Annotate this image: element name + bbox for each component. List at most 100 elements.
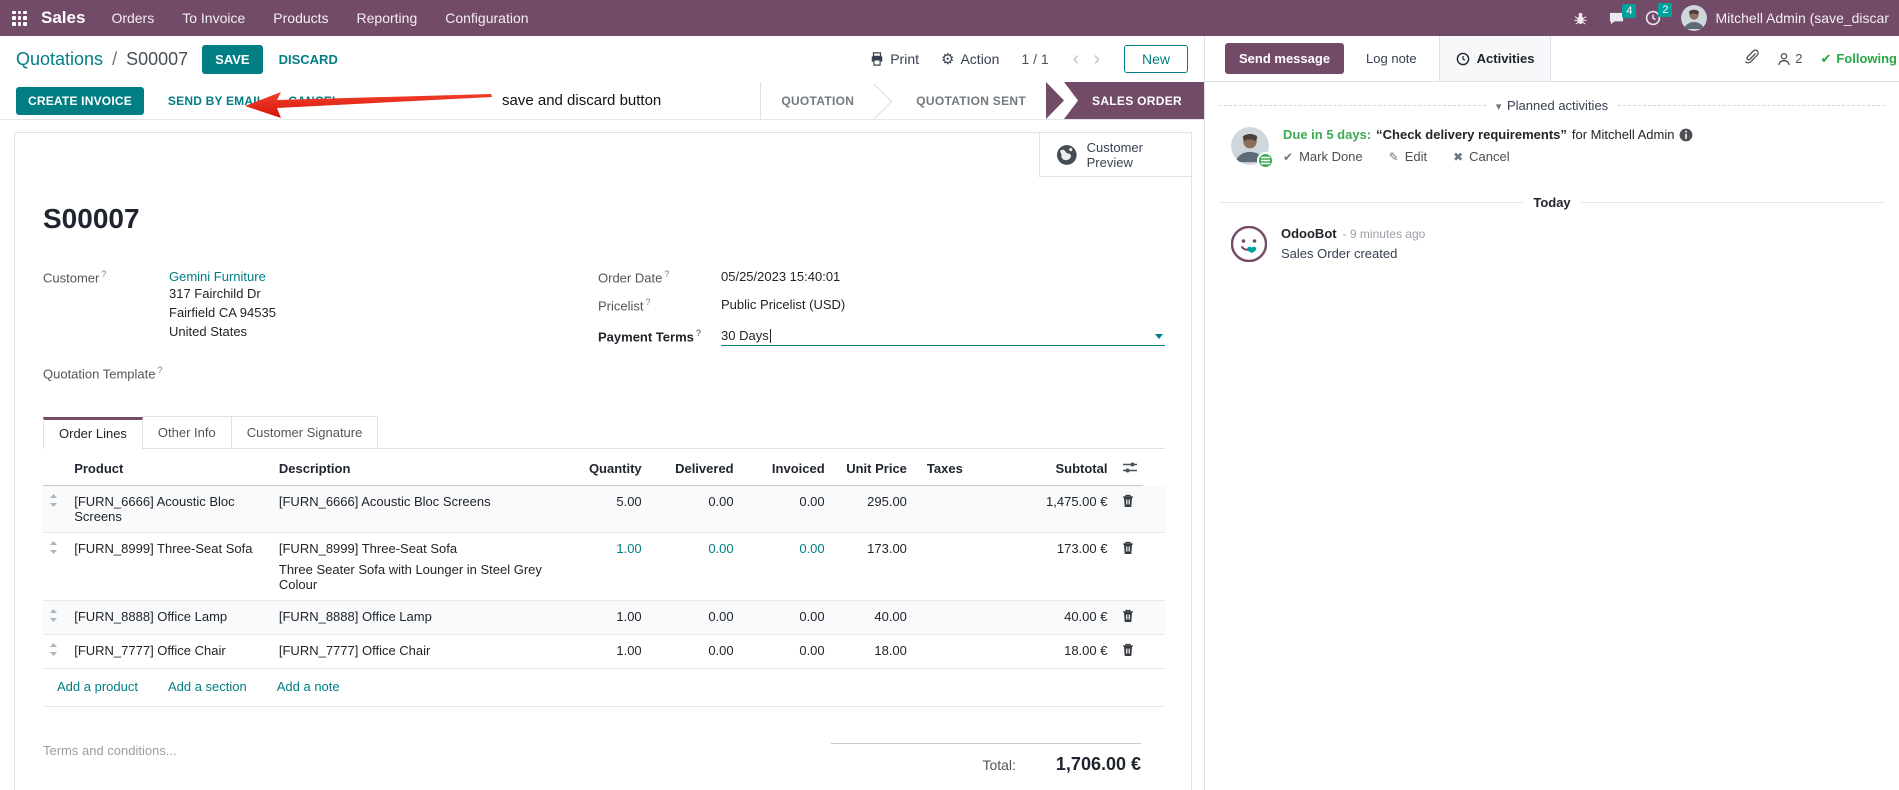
apps-grid-icon[interactable] [12, 10, 27, 26]
table-row[interactable]: [FURN_8888] Office Lamp [FURN_8888] Offi… [43, 600, 1165, 636]
pager-previous-icon[interactable]: ‹ [1071, 49, 1082, 69]
breadcrumb-quotations[interactable]: Quotations [16, 49, 103, 69]
order-date-value[interactable]: 05/25/2023 15:40:01 [721, 269, 840, 285]
odoobot-avatar [1231, 226, 1267, 262]
cell-unit-price[interactable]: 18.00 [830, 634, 913, 670]
drag-handle-icon[interactable] [49, 494, 58, 510]
col-quantity[interactable]: Quantity [565, 449, 648, 487]
pager-next-icon[interactable]: › [1091, 49, 1102, 69]
drag-handle-icon[interactable] [49, 643, 58, 659]
save-button[interactable]: SAVE [202, 44, 263, 74]
tab-customer-signature[interactable]: Customer Signature [231, 416, 379, 449]
debug-bug-icon[interactable] [1573, 11, 1588, 26]
cell-description[interactable]: [FURN_8888] Office Lamp [272, 600, 566, 636]
cell-quantity[interactable]: 1.00 [565, 634, 648, 670]
menu-orders[interactable]: Orders [111, 10, 154, 26]
cell-delivered[interactable]: 0.00 [647, 485, 740, 534]
dropdown-caret-icon[interactable] [1155, 333, 1163, 339]
cell-product[interactable]: [FURN_8888] Office Lamp [68, 600, 273, 636]
menu-configuration[interactable]: Configuration [445, 10, 528, 26]
customer-preview-button[interactable]: Customer Preview [1039, 133, 1191, 177]
col-delivered[interactable]: Delivered [647, 449, 740, 487]
cell-unit-price[interactable]: 40.00 [830, 600, 913, 636]
send-message-button[interactable]: Send message [1225, 43, 1345, 74]
send-by-email-button[interactable]: SEND BY EMAIL [168, 94, 264, 108]
menu-products[interactable]: Products [273, 10, 328, 26]
cell-delivered[interactable]: 0.00 [647, 634, 740, 670]
table-row[interactable]: [FURN_7777] Office Chair [FURN_7777] Off… [43, 634, 1165, 670]
followers-button[interactable]: 2 [1777, 51, 1802, 66]
col-unit-price[interactable]: Unit Price [830, 449, 913, 487]
tab-other-info[interactable]: Other Info [142, 416, 232, 449]
delete-row-icon[interactable] [1122, 541, 1134, 558]
drag-handle-icon[interactable] [49, 541, 58, 557]
terms-placeholder[interactable]: Terms and conditions... [43, 743, 177, 775]
cell-description[interactable]: [FURN_6666] Acoustic Bloc Screens [272, 485, 566, 534]
cell-quantity[interactable]: 1.00 [565, 532, 648, 602]
activities-clock-icon[interactable]: 2 [1645, 3, 1673, 26]
customer-link[interactable]: Gemini Furniture [169, 269, 266, 284]
cell-description[interactable]: [FURN_7777] Office Chair [272, 634, 566, 670]
print-button[interactable]: Print [870, 51, 919, 67]
planned-activities-toggle[interactable]: ▾ Planned activities [1486, 98, 1618, 113]
cell-quantity[interactable]: 1.00 [565, 600, 648, 636]
step-quotation-sent[interactable]: QUOTATION SENT [896, 82, 1046, 119]
discard-button[interactable]: DISCARD [279, 52, 338, 67]
delete-row-icon[interactable] [1122, 609, 1134, 626]
message-author[interactable]: OdooBot [1281, 226, 1337, 241]
cancel-button[interactable]: CANCEL [288, 94, 339, 108]
new-button[interactable]: New [1123, 45, 1188, 73]
drag-handle-icon[interactable] [49, 609, 58, 625]
cell-unit-price[interactable]: 295.00 [830, 485, 913, 534]
create-invoice-button[interactable]: CREATE INVOICE [16, 86, 144, 115]
step-sales-order[interactable]: SALES ORDER [1064, 82, 1204, 119]
add-product-link[interactable]: Add a product [57, 679, 138, 694]
pricelist-value[interactable]: Public Pricelist (USD) [721, 297, 845, 313]
cell-taxes[interactable] [912, 532, 995, 602]
activities-tab[interactable]: Activities [1438, 36, 1552, 81]
info-icon[interactable] [1679, 128, 1693, 142]
action-button[interactable]: ⚙ Action [941, 51, 999, 67]
cell-delivered[interactable]: 0.00 [647, 600, 740, 636]
order-lines-table: Product Description Quantity Delivered I… [43, 449, 1165, 670]
cell-invoiced[interactable]: 0.00 [739, 600, 831, 636]
cell-taxes[interactable] [912, 485, 995, 534]
cell-product[interactable]: [FURN_6666] Acoustic Bloc Screens [68, 485, 273, 534]
cell-invoiced[interactable]: 0.00 [739, 532, 831, 602]
menu-reporting[interactable]: Reporting [357, 10, 418, 26]
cell-product[interactable]: [FURN_7777] Office Chair [68, 634, 273, 670]
messages-icon[interactable]: 4 [1608, 3, 1637, 26]
cell-quantity[interactable]: 5.00 [565, 485, 648, 534]
following-button[interactable]: ✔ Following [1820, 51, 1897, 67]
add-note-link[interactable]: Add a note [277, 679, 340, 694]
edit-activity-button[interactable]: ✎ Edit [1389, 149, 1427, 164]
payment-terms-input[interactable]: 30 Days [721, 328, 1165, 346]
col-invoiced[interactable]: Invoiced [739, 449, 831, 487]
col-product[interactable]: Product [68, 449, 273, 487]
cell-taxes[interactable] [912, 634, 995, 670]
tab-order-lines[interactable]: Order Lines [43, 417, 143, 450]
cell-description[interactable]: [FURN_8999] Three-Seat Sofa Three Seater… [272, 532, 566, 602]
cancel-activity-button[interactable]: ✖ Cancel [1453, 149, 1510, 164]
table-row[interactable]: [FURN_8999] Three-Seat Sofa [FURN_8999] … [43, 532, 1165, 602]
col-taxes[interactable]: Taxes [912, 449, 995, 487]
delete-row-icon[interactable] [1122, 643, 1134, 660]
delete-row-icon[interactable] [1122, 494, 1134, 511]
user-menu[interactable]: Mitchell Admin (save_discar [1681, 5, 1889, 31]
optional-columns-button[interactable] [1113, 449, 1143, 487]
mark-done-button[interactable]: ✔ Mark Done [1283, 149, 1363, 164]
menu-to-invoice[interactable]: To Invoice [182, 10, 245, 26]
cell-invoiced[interactable]: 0.00 [739, 634, 831, 670]
cell-unit-price[interactable]: 173.00 [830, 532, 913, 602]
col-description[interactable]: Description [272, 449, 566, 487]
cell-product[interactable]: [FURN_8999] Three-Seat Sofa [68, 532, 273, 602]
add-section-link[interactable]: Add a section [168, 679, 247, 694]
table-row[interactable]: [FURN_6666] Acoustic Bloc Screens [FURN_… [43, 485, 1165, 534]
cell-taxes[interactable] [912, 600, 995, 636]
col-subtotal[interactable]: Subtotal [994, 449, 1114, 487]
log-note-button[interactable]: Log note [1366, 51, 1417, 66]
attach-files-button[interactable] [1744, 49, 1759, 68]
cell-invoiced[interactable]: 0.00 [739, 485, 831, 534]
cell-delivered[interactable]: 0.00 [647, 532, 740, 602]
app-name[interactable]: Sales [41, 8, 85, 28]
